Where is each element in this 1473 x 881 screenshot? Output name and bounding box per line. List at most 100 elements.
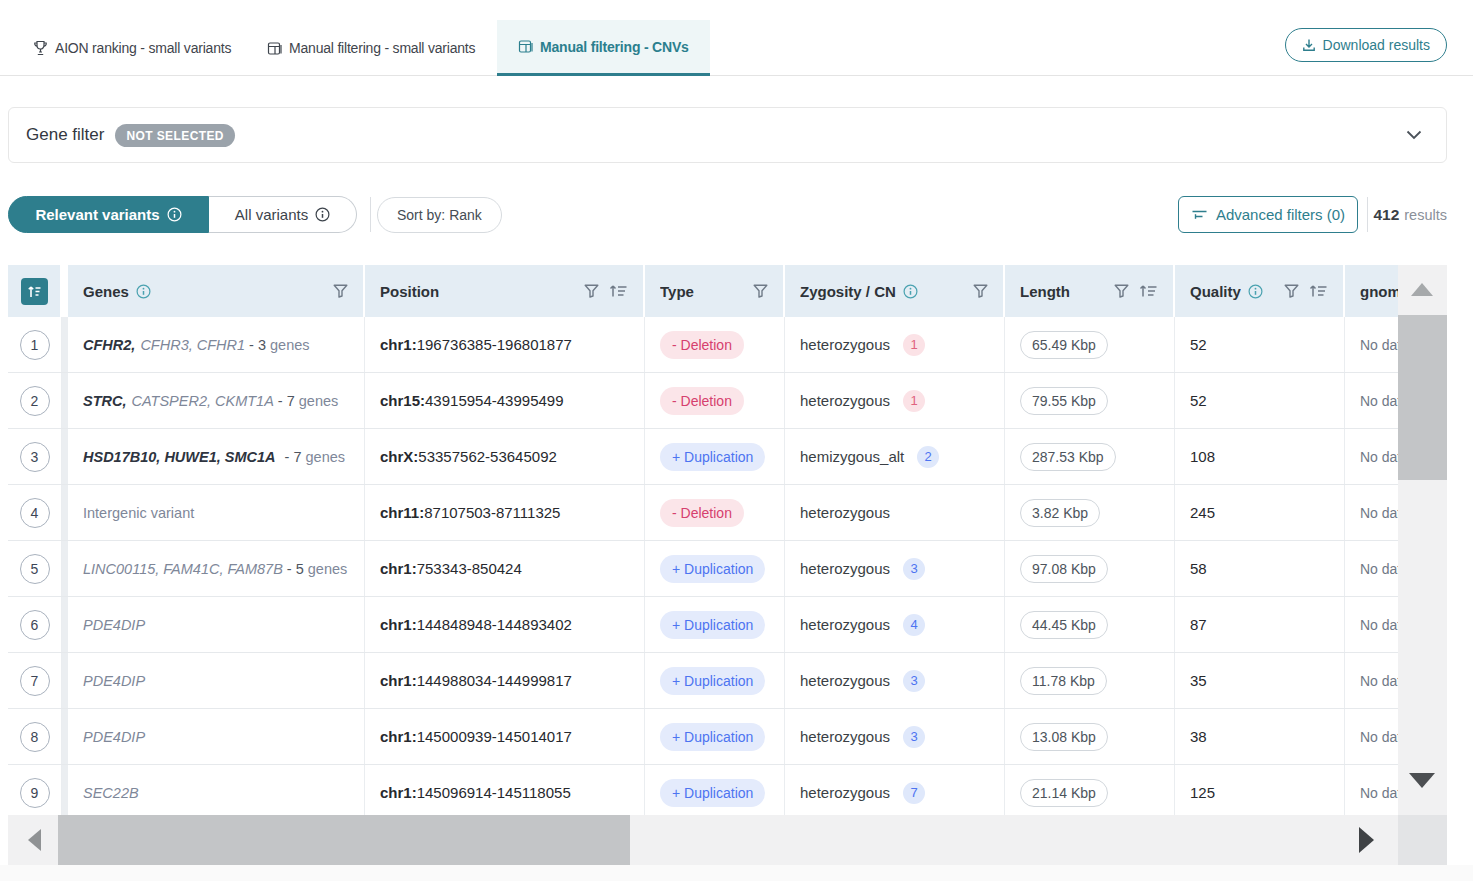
variants-toggle: Relevant variants All variants	[8, 196, 357, 233]
row-index-cell: 7	[8, 653, 62, 708]
type-cell: - Deletion	[645, 485, 785, 540]
filter-funnel-icon[interactable]	[753, 284, 768, 298]
tab-aion-ranking[interactable]: AION ranking - small variants	[18, 20, 246, 76]
zygosity-cell: heterozygous1	[785, 317, 1005, 372]
header-index-column[interactable]	[8, 265, 62, 317]
type-cell: + Duplication	[645, 597, 785, 652]
scrollbar-corner	[1398, 815, 1447, 865]
type-cell: + Duplication	[645, 765, 785, 815]
controls-row: Relevant variants All variants Sort by: …	[0, 196, 1473, 233]
header-length[interactable]: Length	[1005, 265, 1175, 317]
quality-cell: 87	[1175, 597, 1345, 652]
type-cell: - Deletion	[645, 373, 785, 428]
header-position[interactable]: Position	[365, 265, 645, 317]
quality-cell: 35	[1175, 653, 1345, 708]
row-index-cell: 5	[8, 541, 62, 596]
position-cell: chrX:53357562-53645092	[365, 429, 645, 484]
horizontal-scrollbar-thumb[interactable]	[58, 815, 630, 865]
genes-cell: SEC22B	[68, 765, 365, 815]
header-genes[interactable]: Genes	[68, 265, 365, 317]
position-cell: chr1:145000939-145014017	[365, 709, 645, 764]
length-cell: 11.78 Kbp	[1005, 653, 1175, 708]
filter-funnel-icon[interactable]	[973, 284, 988, 298]
horizontal-scrollbar[interactable]	[8, 815, 1398, 865]
all-variants-button[interactable]: All variants	[209, 196, 357, 233]
advanced-filters-button[interactable]: Advanced filters (0)	[1178, 196, 1358, 233]
results-count: 412 results	[1373, 196, 1447, 233]
info-icon	[167, 207, 182, 222]
tab-manual-filtering-cnvs[interactable]: Manual filtering - CNVs	[497, 20, 710, 76]
download-results-button[interactable]: Download results	[1285, 28, 1447, 62]
info-icon[interactable]	[136, 284, 151, 299]
table-row[interactable]: 6 PDE4DIP chr1:144848948-144893402 + Dup…	[8, 597, 1447, 653]
info-icon[interactable]	[1248, 284, 1263, 299]
quality-cell: 108	[1175, 429, 1345, 484]
filter-funnel-icon[interactable]	[333, 284, 348, 298]
zygosity-cell: heterozygous3	[785, 541, 1005, 596]
quality-cell: 52	[1175, 317, 1345, 372]
genes-cell: STRC,CATSPER2, CKMT1A- 7genes	[68, 373, 365, 428]
table-row[interactable]: 4 Intergenic variant chr11:87107503-8711…	[8, 485, 1447, 541]
tab-label: Manual filtering - small variants	[289, 40, 475, 56]
row-sort-icon	[21, 278, 48, 305]
gene-filter-panel[interactable]: Gene filter NOT SELECTED	[8, 107, 1447, 163]
header-quality[interactable]: Quality	[1175, 265, 1345, 317]
quality-cell: 38	[1175, 709, 1345, 764]
genes-cell: Intergenic variant	[68, 485, 365, 540]
scroll-right-arrow[interactable]	[1359, 827, 1374, 853]
sort-icon[interactable]	[609, 284, 628, 298]
divider	[1367, 197, 1368, 232]
table-row[interactable]: 5 LINC00115, FAM41C, FAM87B- 5genes chr1…	[8, 541, 1447, 597]
row-index-cell: 1	[8, 317, 62, 372]
scroll-up-arrow[interactable]	[1411, 283, 1433, 296]
zygosity-cell: hemizygous_alt2	[785, 429, 1005, 484]
genes-cell: PDE4DIP	[68, 653, 365, 708]
tab-label: Manual filtering - CNVs	[540, 39, 689, 55]
genes-cell: PDE4DIP	[68, 709, 365, 764]
sort-icon[interactable]	[1309, 284, 1328, 298]
table-row[interactable]: 8 PDE4DIP chr1:145000939-145014017 + Dup…	[8, 709, 1447, 765]
relevant-variants-button[interactable]: Relevant variants	[8, 196, 209, 233]
sort-icon[interactable]	[1139, 284, 1158, 298]
position-cell: chr15:43915954-43995499	[365, 373, 645, 428]
tab-bar: AION ranking - small variants Manual fil…	[0, 20, 1473, 76]
tab-label: AION ranking - small variants	[55, 40, 231, 56]
length-cell: 287.53 Kbp	[1005, 429, 1175, 484]
type-cell: - Deletion	[645, 317, 785, 372]
chevron-down-icon[interactable]	[1406, 130, 1422, 140]
info-icon[interactable]	[903, 284, 918, 299]
position-cell: chr1:144988034-144999817	[365, 653, 645, 708]
length-cell: 65.49 Kbp	[1005, 317, 1175, 372]
table-row[interactable]: 1 CFHR2,CFHR3, CFHR1- 3genes chr1:196736…	[8, 317, 1447, 373]
type-cell: + Duplication	[645, 429, 785, 484]
position-cell: chr11:87107503-87111325	[365, 485, 645, 540]
quality-cell: 125	[1175, 765, 1345, 815]
tab-manual-filtering-small-variants[interactable]: Manual filtering - small variants	[252, 20, 490, 76]
gene-filter-label: Gene filter	[26, 125, 104, 145]
filter-funnel-icon[interactable]	[1114, 284, 1129, 298]
table-row[interactable]: 3 HSD17B10, HUWE1, SMC1A- 7genes chrX:53…	[8, 429, 1447, 485]
header-zygosity[interactable]: Zygosity / CN	[785, 265, 1005, 317]
scroll-left-arrow[interactable]	[28, 829, 41, 851]
genes-cell: HSD17B10, HUWE1, SMC1A- 7genes	[68, 429, 365, 484]
page-bottom-strip	[0, 865, 1473, 881]
variants-table: Genes Position Type Zygosity / CN	[8, 265, 1447, 865]
type-cell: + Duplication	[645, 709, 785, 764]
filter-funnel-icon[interactable]	[584, 284, 599, 298]
vertical-scrollbar-thumb[interactable]	[1398, 315, 1447, 480]
table-row[interactable]: 7 PDE4DIP chr1:144988034-144999817 + Dup…	[8, 653, 1447, 709]
scroll-down-arrow[interactable]	[1409, 773, 1435, 788]
table-icon	[518, 39, 533, 54]
table-row[interactable]: 2 STRC,CATSPER2, CKMT1A- 7genes chr15:43…	[8, 373, 1447, 429]
row-index-cell: 3	[8, 429, 62, 484]
vertical-scrollbar[interactable]	[1398, 265, 1447, 815]
table-row[interactable]: 9 SEC22B chr1:145096914-145118055 + Dupl…	[8, 765, 1447, 815]
length-cell: 13.08 Kbp	[1005, 709, 1175, 764]
quality-cell: 245	[1175, 485, 1345, 540]
filter-funnel-icon[interactable]	[1284, 284, 1299, 298]
row-index-cell: 4	[8, 485, 62, 540]
header-type[interactable]: Type	[645, 265, 785, 317]
length-cell: 3.82 Kbp	[1005, 485, 1175, 540]
divider	[370, 197, 371, 232]
sort-by-button[interactable]: Sort by: Rank	[377, 197, 502, 233]
